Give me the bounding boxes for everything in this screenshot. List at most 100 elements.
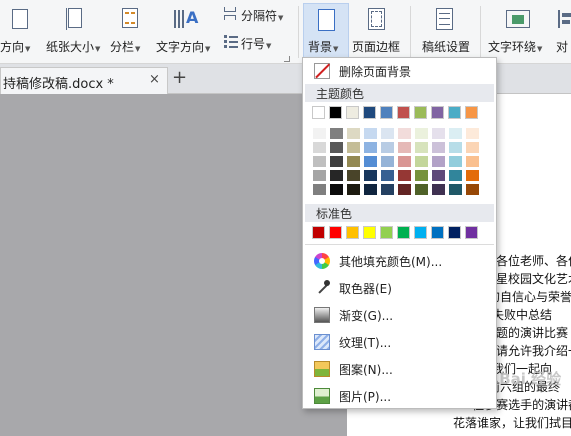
document-text-line: 花落谁家，让我们拭目 [453,416,571,430]
gradient-icon [314,307,330,323]
texture-label: 纹理(T)... [339,336,392,350]
theme-shade-swatch[interactable] [381,142,394,153]
standard-color-swatch[interactable] [312,226,325,239]
theme-shade-swatch[interactable] [432,128,445,139]
theme-shade-swatch[interactable] [381,156,394,167]
standard-color-swatch[interactable] [431,226,444,239]
theme-shade-swatch[interactable] [330,184,343,195]
standard-colors-header-label: 标准色 [316,207,353,221]
theme-shade-swatch[interactable] [398,142,411,153]
theme-color-swatch[interactable] [448,106,461,119]
theme-shade-swatch[interactable] [415,142,428,153]
document-text-line: 的自信心与荣誉 [488,290,571,304]
remove-page-background-item[interactable]: 删除页面背景 [303,59,496,83]
document-text-line: 星校园文化艺术 [496,272,571,286]
theme-shade-swatch[interactable] [449,128,462,139]
pattern-label: 图案(N)... [339,363,393,377]
theme-color-swatch[interactable] [363,106,376,119]
theme-shade-swatch[interactable] [330,142,343,153]
standard-color-swatch[interactable] [448,226,461,239]
theme-shade-swatch[interactable] [347,128,360,139]
gradient-item[interactable]: 渐变(G)... [303,303,496,327]
theme-shade-swatch[interactable] [364,142,377,153]
theme-color-swatch[interactable] [312,106,325,119]
theme-shade-swatch[interactable] [347,142,360,153]
theme-color-swatch[interactable] [346,106,359,119]
standard-colors-header: 标准色 [305,204,494,222]
theme-shade-swatch[interactable] [432,142,445,153]
texture-item[interactable]: 纹理(T)... [303,330,496,354]
theme-shade-swatch[interactable] [347,170,360,181]
pattern-item[interactable]: 图案(N)... [303,357,496,381]
theme-shade-swatch[interactable] [449,156,462,167]
eyedropper-icon [314,280,330,296]
theme-shade-swatch[interactable] [398,170,411,181]
theme-color-swatch[interactable] [329,106,342,119]
theme-shade-swatch[interactable] [381,184,394,195]
theme-shade-swatch[interactable] [432,156,445,167]
menu-separator [305,244,494,245]
theme-shade-swatch[interactable] [449,142,462,153]
no-fill-icon [314,63,330,79]
theme-shade-swatch[interactable] [415,184,428,195]
theme-shade-swatch[interactable] [381,170,394,181]
theme-colors-header-label: 主题颜色 [316,87,365,101]
more-fill-colors-item[interactable]: 其他填充颜色(M)... [303,249,496,273]
theme-shade-swatch[interactable] [330,170,343,181]
standard-color-swatch[interactable] [346,226,359,239]
theme-color-swatch[interactable] [414,106,427,119]
theme-shade-swatch[interactable] [466,142,479,153]
theme-shade-swatch[interactable] [313,156,326,167]
eyedropper-label: 取色器(E) [339,282,392,296]
color-wheel-icon [314,253,330,269]
theme-shade-swatch[interactable] [364,128,377,139]
theme-shade-swatch[interactable] [364,170,377,181]
theme-shade-swatch[interactable] [347,156,360,167]
document-text-line: 题的演讲比赛 [496,326,569,340]
standard-color-swatch[interactable] [414,226,427,239]
theme-color-swatch[interactable] [397,106,410,119]
standard-color-swatch[interactable] [397,226,410,239]
picture-icon [314,388,330,404]
theme-color-swatch[interactable] [465,106,478,119]
standard-color-swatch[interactable] [329,226,342,239]
theme-shade-swatch[interactable] [381,128,394,139]
theme-shade-swatch[interactable] [313,128,326,139]
theme-shade-swatch[interactable] [449,184,462,195]
gradient-label: 渐变(G)... [339,309,394,323]
theme-shade-swatch[interactable] [398,184,411,195]
more-fill-colors-label: 其他填充颜色(M)... [339,255,443,269]
theme-shade-swatch[interactable] [432,170,445,181]
theme-shade-swatch[interactable] [398,128,411,139]
theme-shade-swatch[interactable] [466,128,479,139]
theme-shade-swatch[interactable] [466,184,479,195]
theme-shade-swatch[interactable] [415,170,428,181]
theme-shade-swatch[interactable] [415,128,428,139]
theme-shade-swatch[interactable] [330,128,343,139]
theme-color-swatch[interactable] [380,106,393,119]
eyedropper-item[interactable]: 取色器(E) [303,276,496,300]
standard-color-swatch[interactable] [380,226,393,239]
theme-shade-swatch[interactable] [398,156,411,167]
theme-color-swatch[interactable] [431,106,444,119]
theme-shade-swatch[interactable] [466,170,479,181]
theme-shade-swatch[interactable] [330,156,343,167]
theme-shade-swatch[interactable] [313,142,326,153]
theme-shade-swatch[interactable] [313,170,326,181]
theme-shade-swatch[interactable] [449,170,462,181]
pattern-icon [314,361,330,377]
theme-shade-swatch[interactable] [364,184,377,195]
theme-shade-swatch[interactable] [415,156,428,167]
theme-shade-swatch[interactable] [466,156,479,167]
theme-colors-header: 主题颜色 [305,84,494,102]
theme-shade-swatch[interactable] [347,184,360,195]
picture-item[interactable]: 图片(P)... [303,384,496,408]
watermark-text: Bai 经验 [499,370,562,388]
theme-shade-swatch[interactable] [313,184,326,195]
theme-shade-swatch[interactable] [364,156,377,167]
document-text-line: 各位老师、各位 [496,254,571,268]
standard-color-swatch[interactable] [465,226,478,239]
theme-shade-swatch[interactable] [432,184,445,195]
standard-color-swatch[interactable] [363,226,376,239]
remove-page-background-label: 删除页面背景 [339,65,412,79]
